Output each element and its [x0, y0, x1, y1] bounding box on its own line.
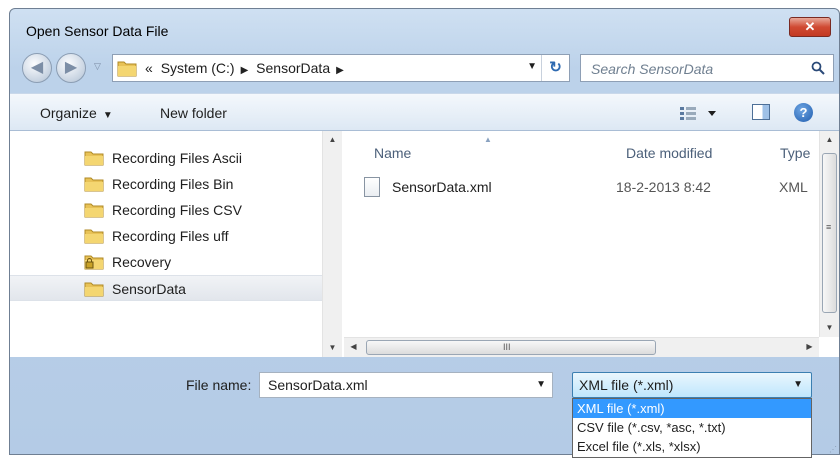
breadcrumb-overflow[interactable]: «	[145, 60, 153, 76]
navigation-pane-scrollbar[interactable]: ▲ ▼	[322, 131, 342, 357]
close-button[interactable]: ✕	[789, 17, 831, 37]
views-icon[interactable]	[678, 104, 722, 122]
resize-grip-icon[interactable]: ⋰	[829, 445, 837, 454]
scrollbar-thumb[interactable]: ≡	[822, 153, 837, 313]
folder-icon	[84, 177, 104, 192]
file-type-dropdown-list: XML file (*.xml) CSV file (*.csv, *asc, …	[572, 398, 812, 458]
forward-arrow-icon: ▶	[64, 59, 78, 76]
sidebar-item-recording-files-ascii[interactable]: Recording Files Ascii	[10, 145, 322, 171]
sidebar-item-recording-files-uff[interactable]: Recording Files uff	[10, 223, 322, 249]
title-bar: Open Sensor Data File ✕	[10, 9, 839, 45]
scrollbar-thumb[interactable]: III	[366, 340, 656, 355]
search-input[interactable]: Search SensorData	[580, 54, 834, 82]
file-list-vertical-scrollbar[interactable]: ▲ ≡ ▼	[819, 131, 839, 337]
folder-icon	[84, 203, 104, 218]
sidebar-item-recording-files-csv[interactable]: Recording Files CSV	[10, 197, 322, 223]
bottom-panel: File name: SensorData.xml ▼ XML file (*.…	[10, 357, 839, 458]
breadcrumb-separator-icon[interactable]: ▶	[241, 65, 249, 76]
address-dropdown-icon[interactable]: ▼	[527, 61, 537, 72]
address-bar[interactable]: « System (C:) ▶ SensorData ▶ ▼ ↻	[112, 54, 570, 82]
sidebar-item-label: Recording Files CSV	[112, 202, 242, 218]
dialog-window: Open Sensor Data File ✕ ◀ ▶ ▽ « System (…	[9, 8, 840, 458]
scroll-down-icon[interactable]: ▼	[323, 339, 342, 357]
back-button[interactable]: ◀	[22, 53, 52, 83]
file-list-horizontal-scrollbar[interactable]: ◀ III ▶	[344, 337, 819, 357]
content-panes: Recording Files Ascii Recording Files Bi…	[10, 131, 839, 357]
scroll-down-icon[interactable]: ▼	[820, 319, 839, 337]
file-type-selected: XML file (*.xml)	[579, 377, 674, 393]
folder-icon	[117, 61, 137, 77]
scroll-grip-icon: III	[503, 342, 511, 352]
sidebar-item-label: Recording Files Bin	[112, 176, 234, 192]
back-arrow-icon: ◀	[30, 59, 44, 76]
file-type-option-csv[interactable]: CSV file (*.csv, *asc, *.txt)	[573, 418, 811, 437]
breadcrumb-sensordata[interactable]: SensorData	[256, 60, 330, 76]
search-placeholder: Search SensorData	[591, 61, 714, 77]
folder-icon	[84, 282, 104, 297]
chevron-down-icon: ▼	[102, 110, 113, 121]
organize-button[interactable]: Organize ▼	[40, 105, 113, 121]
organize-label: Organize	[40, 105, 97, 121]
file-name-field[interactable]: SensorData.xml ▼	[259, 372, 553, 398]
command-toolbar: Organize ▼ New folder ?	[10, 93, 839, 131]
file-type-option-excel[interactable]: Excel file (*.xls, *xlsx)	[573, 437, 811, 456]
scroll-up-icon[interactable]: ▲	[323, 131, 342, 149]
sidebar-item-recording-files-bin[interactable]: Recording Files Bin	[10, 171, 322, 197]
file-name-label: File name:	[186, 377, 252, 393]
file-list: Name ▲ Date modified Type SensorData.xml…	[344, 131, 839, 357]
scroll-left-icon[interactable]: ◀	[344, 338, 363, 356]
sort-ascending-icon: ▲	[484, 135, 492, 144]
sidebar-item-label: Recording Files Ascii	[112, 150, 242, 166]
chevron-down-icon[interactable]: ▼	[793, 379, 803, 390]
breadcrumb-system-c[interactable]: System (C:)	[161, 60, 235, 76]
scroll-grip-icon: ≡	[826, 222, 832, 232]
search-icon[interactable]	[811, 61, 825, 75]
breadcrumb: « System (C:) ▶ SensorData ▶	[145, 60, 348, 76]
file-type-option-xml[interactable]: XML file (*.xml)	[573, 399, 811, 418]
file-name-value: SensorData.xml	[268, 377, 368, 393]
scroll-right-icon[interactable]: ▶	[800, 338, 819, 356]
refresh-icon[interactable]: ↻	[541, 55, 569, 81]
breadcrumb-separator-icon[interactable]: ▶	[336, 65, 344, 76]
recent-pages-dropdown[interactable]: ▽	[94, 61, 101, 72]
navigation-bar: ◀ ▶ ▽ « System (C:) ▶ SensorData ▶ ▼ ↻ Sea…	[16, 49, 834, 87]
file-type: XML	[779, 179, 808, 195]
folder-icon	[84, 151, 104, 166]
file-type-select[interactable]: XML file (*.xml) ▼	[572, 372, 812, 398]
window-title: Open Sensor Data File	[26, 23, 169, 39]
sidebar-item-label: SensorData	[112, 281, 186, 297]
sidebar-item-sensordata[interactable]: SensorData	[10, 275, 322, 301]
chevron-down-icon[interactable]: ▼	[536, 379, 546, 390]
scroll-up-icon[interactable]: ▲	[820, 131, 839, 149]
locked-folder-icon	[84, 255, 104, 270]
preview-pane-icon[interactable]	[752, 104, 770, 120]
folder-icon	[84, 229, 104, 244]
file-date: 18-2-2013 8:42	[616, 179, 711, 195]
sidebar-item-label: Recovery	[112, 254, 172, 270]
sidebar-item-label: Recording Files uff	[112, 228, 229, 244]
file-name: SensorData.xml	[392, 179, 492, 195]
new-folder-button[interactable]: New folder	[160, 105, 227, 121]
column-header-name[interactable]: Name	[374, 145, 411, 161]
column-header-label: Name	[374, 145, 412, 161]
forward-button[interactable]: ▶	[56, 53, 86, 83]
column-header-type[interactable]: Type	[780, 145, 810, 161]
help-icon[interactable]: ?	[794, 103, 813, 122]
xml-file-icon	[364, 177, 380, 197]
table-row[interactable]: SensorData.xml 18-2-2013 8:42 XML	[364, 175, 824, 201]
sidebar-item-recovery[interactable]: Recovery	[10, 249, 322, 275]
navigation-pane: Recording Files Ascii Recording Files Bi…	[10, 131, 322, 357]
column-header-date-modified[interactable]: Date modified	[626, 145, 712, 161]
